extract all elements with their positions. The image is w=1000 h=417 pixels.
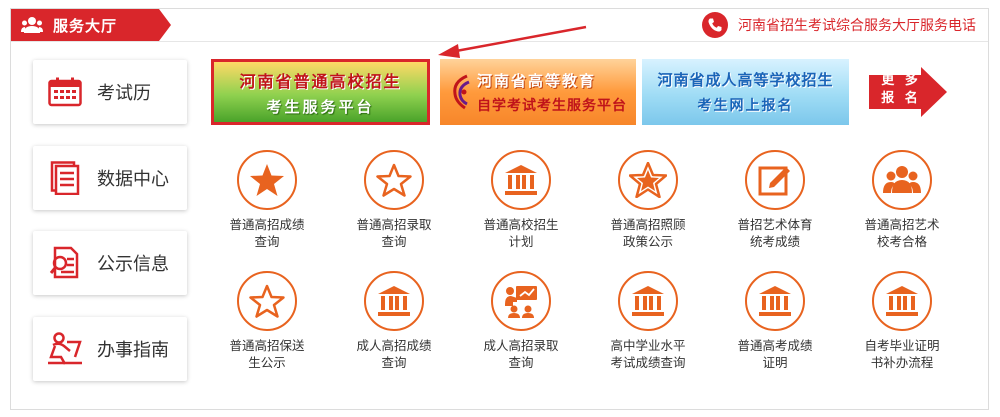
service-label-line2: 统考成绩 xyxy=(749,234,800,249)
people-icon xyxy=(872,150,932,210)
banner-title: 河南省成人高等学校招生 xyxy=(657,71,834,89)
star-outline-icon xyxy=(237,271,297,331)
service-label-line1: 成人高招录取 xyxy=(483,338,559,353)
sidebar-item-label: 公示信息 xyxy=(97,254,169,275)
service-label-line1: 普通高校招生 xyxy=(483,217,559,232)
document-icon xyxy=(47,160,83,196)
banner-title: 河南省高等教育 xyxy=(477,71,597,90)
star-badge-icon xyxy=(618,150,678,210)
service-label-line2: 政策公示 xyxy=(622,234,673,249)
service-item-gaokao-admission-query[interactable]: 普通高招录取 查询 xyxy=(334,150,454,250)
banner-general-admission-platform[interactable]: 河南省普通高校招生 考生服务平台 xyxy=(211,59,430,125)
service-label-line1: 高中学业水平 xyxy=(610,338,686,353)
presentation-icon xyxy=(491,271,551,331)
service-item-art-school-exam-qualified[interactable]: 普通高招艺术 校考合格 xyxy=(842,150,962,250)
service-item-adult-admission-query[interactable]: 成人高招录取 查询 xyxy=(461,271,581,371)
service-label-line2: 证明 xyxy=(762,355,788,370)
service-label-line2: 查询 xyxy=(254,234,280,249)
service-item-art-sports-exam-score[interactable]: 普招艺术体育 统考成绩 xyxy=(715,150,835,250)
sidebar-item-data-center[interactable]: 数据中心 xyxy=(33,146,187,210)
sidebar-item-public-info[interactable]: 公示信息 xyxy=(33,231,187,295)
banner-title: 河南省普通高校招生 xyxy=(239,71,402,91)
banner-adult-admission-registration[interactable]: 河南省成人高等学校招生 考生网上报名 xyxy=(642,59,849,125)
service-item-care-policy-notice[interactable]: 普通高招照顾 政策公示 xyxy=(588,150,708,250)
service-label-line1: 普通高招录取 xyxy=(356,217,432,232)
service-label-line2: 生公示 xyxy=(248,355,286,370)
banner-self-study-exam-platform[interactable]: 河南省高等教育 自学考试考生服务平台 xyxy=(440,59,636,125)
service-item-enrollment-plan[interactable]: 普通高校招生 计划 xyxy=(461,150,581,250)
service-hotline[interactable]: 河南省招生考试综合服务大厅服务电话 xyxy=(702,12,976,38)
service-item-academic-level-score-query[interactable]: 高中学业水平 考试成绩查询 xyxy=(588,271,708,371)
building-icon xyxy=(745,271,805,331)
pointer-arrow-icon xyxy=(438,25,587,58)
service-item-gaokao-score-certificate[interactable]: 普通高考成绩 证明 xyxy=(715,271,835,371)
banner-subtitle: 考生网上报名 xyxy=(697,98,794,114)
header-title: 服务大厅 xyxy=(53,16,118,35)
calendar-icon xyxy=(47,74,83,110)
hotline-text: 河南省招生考试综合服务大厅服务电话 xyxy=(738,18,976,34)
service-hall-tab[interactable]: 服务大厅 xyxy=(11,9,171,41)
service-label-line2: 查询 xyxy=(381,234,407,249)
person-at-desk-icon xyxy=(47,331,83,367)
more-line1: 更 多 xyxy=(881,73,921,88)
service-hall-panel: 服务大厅 河南省招生考试综合服务大厅服务电话 考试历 数据中心 公示信息 办事指… xyxy=(10,8,989,410)
star-filled-icon xyxy=(237,150,297,210)
service-label-line2: 书补办流程 xyxy=(870,355,934,370)
building-icon xyxy=(491,150,551,210)
service-label-line1: 普通高招保送 xyxy=(229,338,305,353)
service-label-line2: 查询 xyxy=(381,355,407,370)
sidebar-item-exam-calendar[interactable]: 考试历 xyxy=(33,60,187,124)
building-icon xyxy=(364,271,424,331)
star-outline-icon xyxy=(364,150,424,210)
banner-subtitle: 自学考试考生服务平台 xyxy=(477,97,627,114)
banner-subtitle: 考生服务平台 xyxy=(266,97,375,116)
service-label-line2: 考试成绩查询 xyxy=(610,355,686,370)
service-label-line2: 查询 xyxy=(508,355,534,370)
search-document-icon xyxy=(47,245,83,281)
more-registration-label[interactable]: 更 多 报 名 xyxy=(873,72,929,108)
service-label-line1: 自考毕业证明 xyxy=(864,338,940,353)
service-label-line1: 普通高考成绩 xyxy=(737,338,813,353)
service-label-line1: 普通高招艺术 xyxy=(864,217,940,232)
users-icon xyxy=(21,17,43,33)
edit-icon xyxy=(745,150,805,210)
service-label-line1: 普通高招照顾 xyxy=(610,217,686,232)
service-label-line1: 普招艺术体育 xyxy=(737,217,813,232)
more-line2: 报 名 xyxy=(881,91,921,106)
service-item-adult-score-query[interactable]: 成人高招成绩 查询 xyxy=(334,271,454,371)
sidebar-item-label: 考试历 xyxy=(97,83,151,104)
education-logo-icon xyxy=(453,74,470,110)
building-icon xyxy=(872,271,932,331)
phone-icon xyxy=(702,12,728,38)
service-label-line2: 校考合格 xyxy=(876,234,927,249)
sidebar-item-guide[interactable]: 办事指南 xyxy=(33,317,187,381)
sidebar-item-label: 办事指南 xyxy=(97,340,169,361)
service-label-line1: 普通高招成绩 xyxy=(229,217,305,232)
service-item-recommended-students-notice[interactable]: 普通高招保送 生公示 xyxy=(207,271,327,371)
sidebar-item-label: 数据中心 xyxy=(97,169,169,190)
service-item-gaokao-score-query[interactable]: 普通高招成绩 查询 xyxy=(207,150,327,250)
service-label-line1: 成人高招成绩 xyxy=(356,338,432,353)
service-item-graduation-certificate-reissue[interactable]: 自考毕业证明 书补办流程 xyxy=(842,271,962,371)
building-icon xyxy=(618,271,678,331)
service-label-line2: 计划 xyxy=(508,234,534,249)
